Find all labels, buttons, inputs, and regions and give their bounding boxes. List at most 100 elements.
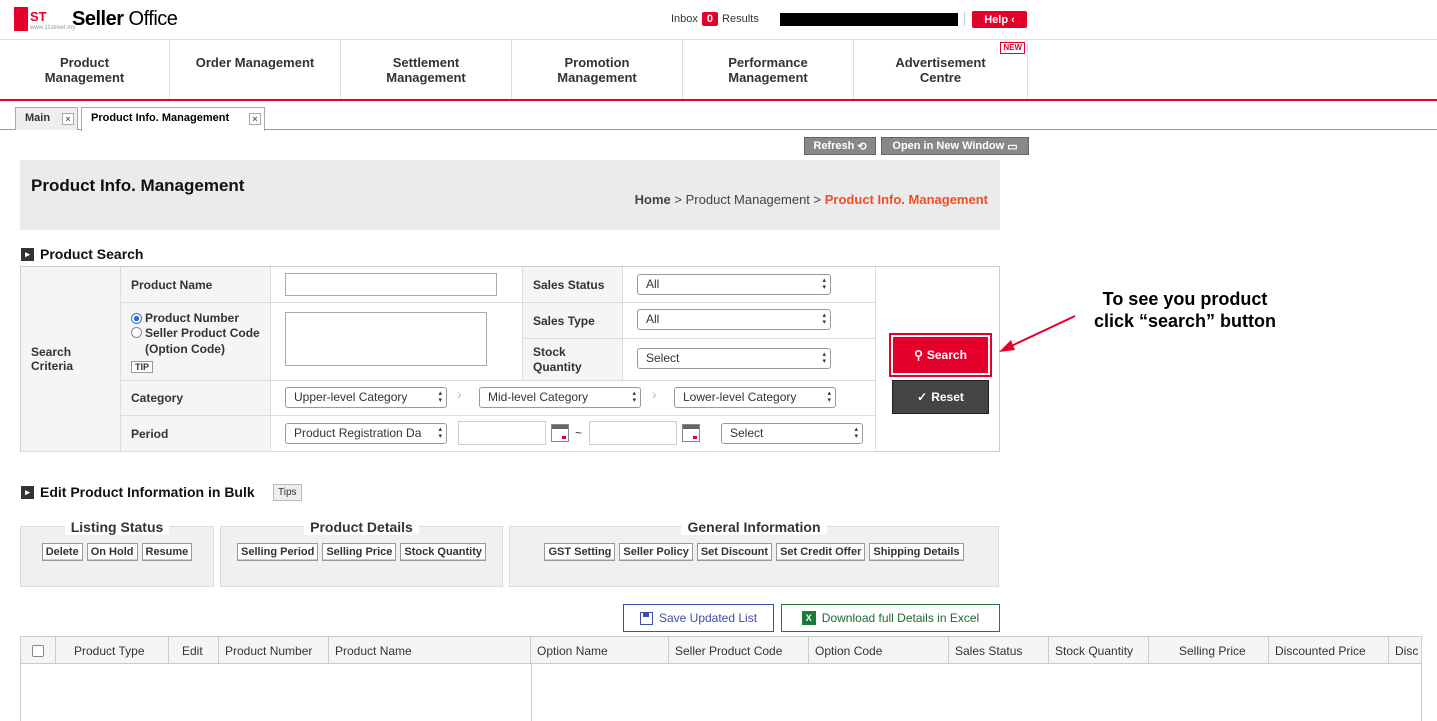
seller-code-label: Seller Product Code (Option Code) [145, 326, 260, 356]
mid-category-select[interactable]: Mid-level Category [479, 387, 641, 408]
sales-type-select[interactable]: All [637, 309, 831, 330]
period-type-select[interactable]: Product Registration Da [285, 423, 447, 444]
sales-status-cell: All [623, 267, 876, 303]
save-updated-list-button[interactable]: Save Updated List [623, 604, 774, 632]
search-criteria-label: Search Criteria [21, 267, 121, 452]
sales-status-select[interactable]: All [637, 274, 831, 295]
reset-button-label: Reset [931, 390, 964, 404]
calendar-icon[interactable] [682, 424, 700, 442]
nav-settlement-management[interactable]: Settlement Management [341, 40, 512, 99]
seller-code-radio[interactable] [131, 327, 142, 338]
column-header[interactable]: Sales Status [949, 637, 1049, 664]
group-title: Product Details [221, 519, 502, 535]
group-buttons: Selling Period Selling Price Stock Quant… [221, 543, 502, 561]
inbox[interactable]: Inbox 0 Results [671, 12, 759, 26]
search-icon: ⚲ [914, 348, 923, 362]
on-hold-button[interactable]: On Hold [86, 543, 138, 561]
results-label: Results [722, 13, 759, 25]
select-all-checkbox[interactable] [32, 644, 44, 657]
set-discount-button[interactable]: Set Discount [696, 543, 773, 561]
page-header: Product Info. Management Home > Product … [20, 160, 1000, 230]
tab-product-info-management[interactable]: Product Info. Management × [81, 107, 265, 131]
seller-policy-button[interactable]: Seller Policy [619, 543, 693, 561]
upper-category-select[interactable]: Upper-level Category [285, 387, 447, 408]
nav-label: Product Management [44, 54, 125, 85]
refresh-button[interactable]: Refresh ⟲ [804, 137, 876, 155]
product-code-textarea[interactable] [285, 312, 487, 366]
11street-logo[interactable]: ST www.11street.my [14, 7, 75, 33]
group-buttons: GST Setting Seller Policy Set Discount S… [510, 543, 998, 561]
nav-performance-management[interactable]: Performance Management [683, 40, 854, 99]
tab-label: Main [25, 112, 51, 124]
chevron-right-icon: › [652, 386, 657, 402]
column-header[interactable]: Product Number [219, 637, 329, 664]
search-button-label: Search [926, 348, 967, 362]
selling-price-button[interactable]: Selling Price [322, 543, 397, 561]
download-excel-button[interactable]: X Download full Details in Excel [781, 604, 1000, 632]
nav-order-management[interactable]: Order Management [170, 40, 341, 99]
reset-button[interactable]: ✓ Reset [892, 380, 989, 414]
column-header[interactable]: Stock Quantity [1049, 637, 1149, 664]
tip-button[interactable]: TIP [131, 361, 154, 373]
search-button[interactable]: ⚲ Search [893, 337, 988, 373]
annotation-line-2: click “search” button [1093, 311, 1277, 331]
close-icon[interactable]: × [249, 113, 261, 125]
start-date-input[interactable] [458, 421, 546, 445]
end-date-input[interactable] [589, 421, 677, 445]
nav-promotion-management[interactable]: Promotion Management [512, 40, 683, 99]
delete-button[interactable]: Delete [41, 543, 83, 561]
nav-product-management[interactable]: Product Management [0, 40, 170, 99]
inbox-count-badge: 0 [701, 12, 719, 26]
column-header[interactable]: Option Code [809, 637, 949, 664]
seller-code-radio-row[interactable]: Seller Product Code (Option Code) [131, 325, 260, 357]
product-name-input[interactable] [285, 273, 497, 296]
section-title: Product Search [40, 246, 144, 262]
product-number-radio[interactable] [131, 313, 142, 325]
product-details-group: Product Details Selling Period Selling P… [220, 519, 503, 587]
stock-quantity-select[interactable]: Select [637, 348, 831, 369]
bulk-edit-heading: ▸ Edit Product Information in Bulk [21, 484, 255, 500]
shipping-details-button[interactable]: Shipping Details [869, 543, 964, 561]
column-header[interactable]: Discounted Price [1269, 637, 1389, 664]
calendar-icon[interactable] [551, 424, 569, 442]
stock-quantity-button[interactable]: Stock Quantity [400, 543, 486, 561]
check-icon: ✓ [917, 390, 928, 404]
tab-main[interactable]: Main × [15, 107, 78, 130]
nav-advertisement-centre[interactable]: Advertisement Centre NEW [854, 40, 1028, 99]
tips-button[interactable]: Tips [273, 484, 302, 501]
lower-category-select[interactable]: Lower-level Category [674, 387, 836, 408]
set-credit-offer-button[interactable]: Set Credit Offer [776, 543, 866, 561]
breadcrumb-home[interactable]: Home [635, 192, 671, 207]
open-new-window-button[interactable]: Open in New Window ▭ [881, 137, 1029, 155]
column-header[interactable]: Disc [1389, 637, 1421, 664]
group-title-text: Product Details [304, 519, 419, 535]
top-bar: ST www.11street.my Seller Office Inbox 0… [0, 0, 1437, 40]
grid-header: Product Type Edit Product Number Product… [21, 637, 1421, 664]
general-information-group: General Information GST Setting Seller P… [509, 519, 999, 587]
period-range-select[interactable]: Select [721, 423, 863, 444]
help-button[interactable]: Help ‹ [972, 11, 1027, 28]
select-all-cell [21, 637, 56, 664]
main-navigation: Product Management Order Management Sett… [0, 40, 1437, 101]
redacted-account-info [780, 13, 958, 26]
column-header[interactable]: Product Name [329, 637, 531, 664]
group-title-text: General Information [681, 519, 827, 535]
sales-type-label: Sales Type [523, 303, 623, 339]
gst-setting-button[interactable]: GST Setting [544, 543, 616, 561]
column-header[interactable]: Seller Product Code [669, 637, 809, 664]
logo-text: ST [30, 9, 47, 24]
group-title: General Information [510, 519, 998, 535]
period-cell: Product Registration Da ~ Select [271, 416, 876, 452]
breadcrumb: Home > Product Management > Product Info… [635, 192, 988, 207]
nav-label: Settlement Management [386, 54, 466, 85]
close-icon[interactable]: × [62, 113, 74, 125]
column-header[interactable]: Option Name [531, 637, 669, 664]
column-header[interactable]: Edit [169, 637, 219, 664]
resume-button[interactable]: Resume [141, 543, 193, 561]
selling-period-button[interactable]: Selling Period [236, 543, 319, 561]
column-header[interactable]: Selling Price [1149, 637, 1269, 664]
breadcrumb-section[interactable]: Product Management [686, 192, 810, 207]
chevron-right-icon: › [457, 386, 462, 402]
product-number-radio-row[interactable]: Product Number [131, 311, 260, 325]
column-header[interactable]: Product Type [56, 637, 169, 664]
